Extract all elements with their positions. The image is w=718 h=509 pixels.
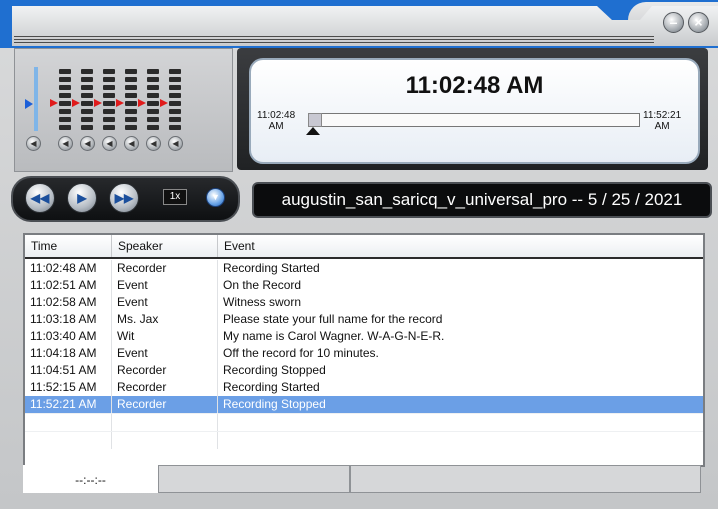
range-start-label: 11:02:48 AM [257,110,295,132]
rewind-button[interactable]: ◀◀ [25,183,55,213]
playback-speed[interactable]: 1x [163,189,187,205]
column-header-event[interactable]: Event [218,235,703,257]
fast-forward-button[interactable]: ▶▶ [109,183,139,213]
case-title: augustin_san_saricq_v_universal_pro -- 5… [252,182,712,218]
channel-fader-1[interactable] [50,69,72,137]
status-time-readout: --:--:-- [23,465,158,493]
cell-time: 11:03:40 AM [25,328,112,345]
channel-fader-6[interactable] [160,69,182,137]
speaker-icon[interactable]: ◀ [102,136,117,151]
range-end-label: 11:52:21 AM [643,110,681,132]
fader-arrow-icon[interactable] [50,99,58,107]
empty-row [25,431,703,449]
cell-event: Recording Started [223,261,320,275]
channel-fader-3[interactable] [94,69,116,137]
column-header-time[interactable]: Time [25,235,112,257]
range-start-time: 11:02:48 [257,110,296,121]
cell-event: Witness sworn [223,295,302,309]
empty-row [25,413,703,431]
range-end-ampm: AM [654,121,670,132]
cell-time: 11:04:18 AM [25,345,112,362]
speaker-icon[interactable]: ◀ [146,136,161,151]
event-log-table: Time Speaker Event 11:02:48 AM Recorder Re… [23,233,705,467]
transport-controls: ◀◀ ▶ ▶▶ 1x ▼ [11,176,240,222]
cell-time: 11:04:51 AM [25,362,112,379]
speaker-icon[interactable]: ◀ [80,136,95,151]
cell-event: Recording Started [223,380,320,394]
table-row[interactable]: 11:02:58 AM Event Witness sworn [25,294,703,311]
cell-speaker: Ms. Jax [112,311,218,328]
clock-display: 11:02:48 AM 11:02:48 AM 11:52:21 AM [249,58,700,164]
position-marker-icon[interactable] [306,127,320,135]
fader-arrow-icon[interactable] [160,99,168,107]
table-row[interactable]: 11:03:18 AM Ms. Jax Please state your full… [25,311,703,328]
table-body: 11:02:48 AM Recorder Recording Started 11:0… [25,260,703,449]
cell-speaker: Event [112,277,218,294]
cell-speaker: Wit [112,328,218,345]
table-row[interactable]: 11:02:48 AM Recorder Recording Started [25,260,703,277]
cell-time: 11:02:51 AM [25,277,112,294]
cell-speaker: Recorder [112,396,218,413]
cell-event: Off the record for 10 minutes. [223,346,379,360]
cell-time: 11:52:15 AM [25,379,112,396]
speaker-icon[interactable]: ◀ [168,136,183,151]
range-end-time: 11:52:21 [643,110,682,121]
speaker-icon[interactable]: ◀ [124,136,139,151]
cell-speaker: Recorder [112,362,218,379]
cell-event: My name is Carol Wagner. W-A-G-N-E-R. [223,329,445,343]
fader-arrow-icon[interactable] [138,99,146,107]
table-row[interactable]: 11:04:18 AM Event Off the record for 10 mi… [25,345,703,362]
fader-arrow-icon[interactable] [116,99,124,107]
table-row[interactable]: 11:52:21 AM Recorder Recording Stopped [25,396,703,413]
status-panel-3 [350,465,701,493]
column-header-speaker[interactable]: Speaker [112,235,218,257]
table-row[interactable]: 11:52:15 AM Recorder Recording Started [25,379,703,396]
chevron-down-icon[interactable]: ▼ [206,188,225,207]
title-bar-stripes [14,36,654,44]
status-panel-2 [158,465,350,493]
table-row[interactable]: 11:02:51 AM Event On the Record [25,277,703,294]
channel-fader-4[interactable] [116,69,138,137]
channel-mixer: ◀ ◀ ◀ ◀ ◀ ◀ ◀ [14,48,233,172]
table-header: Time Speaker Event [25,235,703,259]
speaker-icon[interactable]: ◀ [26,136,41,151]
fader-arrow-icon[interactable] [94,99,102,107]
app-window: – × ◀ ◀ ◀ ◀ ◀ ◀ ◀ 11:02:48 AM 11:02:48 A… [0,0,718,509]
title-bar[interactable]: – × [0,0,718,48]
master-volume-bar[interactable] [34,67,38,131]
scrubber-thumb[interactable] [308,113,322,127]
cell-time: 11:03:18 AM [25,311,112,328]
cell-speaker: Event [112,345,218,362]
current-time: 11:02:48 AM [405,72,544,99]
channel-fader-2[interactable] [72,69,94,137]
channel-fader-5[interactable] [138,69,160,137]
cell-speaker: Recorder [112,260,218,277]
cell-speaker: Recorder [112,379,218,396]
table-row[interactable]: 11:03:40 AM Wit My name is Carol Wagner. W… [25,328,703,345]
cell-event: Recording Stopped [223,363,326,377]
cell-event: On the Record [223,278,302,292]
close-button[interactable]: × [688,12,709,33]
cell-event: Recording Stopped [223,397,326,411]
cell-speaker: Event [112,294,218,311]
speaker-icon[interactable]: ◀ [58,136,73,151]
cell-time: 11:02:58 AM [25,294,112,311]
range-start-ampm: AM [268,121,284,132]
status-bar: --:--:-- [23,465,701,495]
minimize-button[interactable]: – [663,12,684,33]
table-row[interactable]: 11:04:51 AM Recorder Recording Stopped [25,362,703,379]
cell-event: Please state your full name for the reco… [223,312,443,326]
cell-time: 11:02:48 AM [25,260,112,277]
playback-scrubber[interactable] [308,113,640,127]
clock-panel: 11:02:48 AM 11:02:48 AM 11:52:21 AM [237,48,708,170]
master-volume-arrow-icon[interactable] [25,99,33,109]
cell-time: 11:52:21 AM [25,396,112,413]
play-button[interactable]: ▶ [67,183,97,213]
fader-arrow-icon[interactable] [72,99,80,107]
